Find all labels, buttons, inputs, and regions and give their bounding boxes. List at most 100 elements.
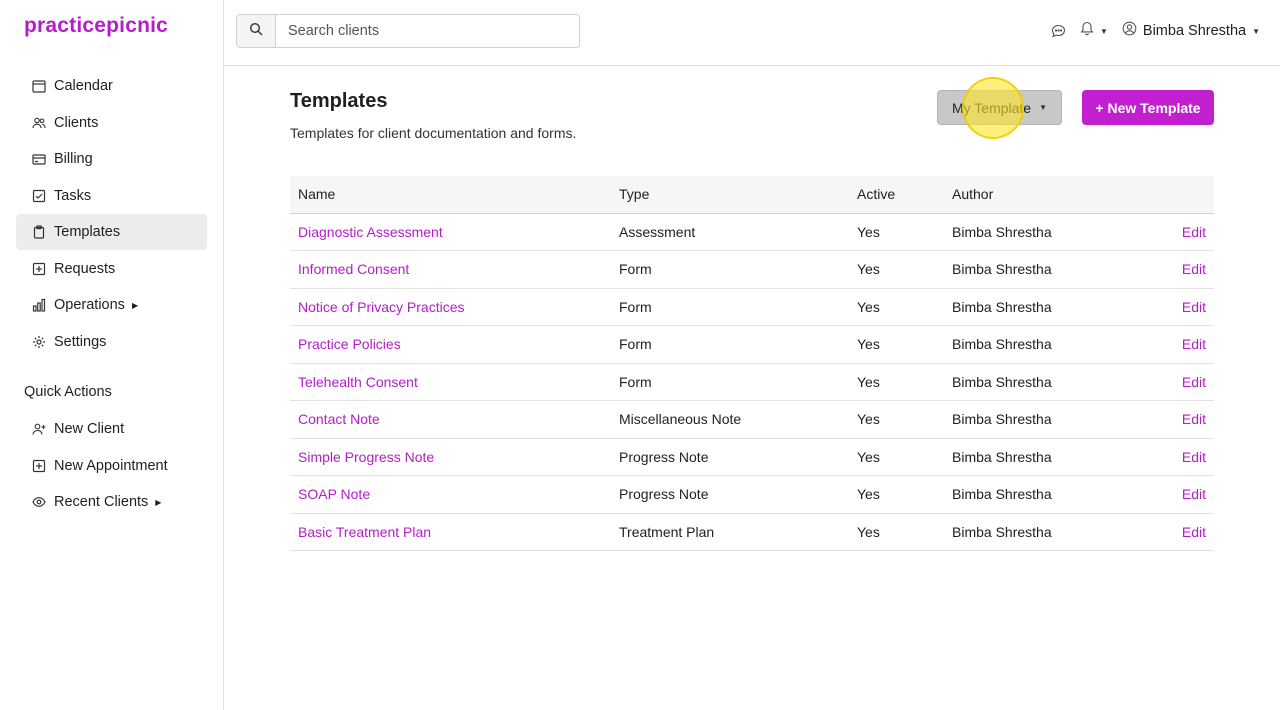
template-author-cell: Bimba Shrestha [944, 288, 1144, 326]
template-name-link[interactable]: Diagnostic Assessment [298, 224, 443, 240]
bell-icon [1080, 21, 1094, 41]
edit-link[interactable]: Edit [1182, 224, 1206, 240]
search-button[interactable] [237, 15, 276, 47]
sidebar-item-settings[interactable]: Settings [16, 324, 207, 360]
edit-link[interactable]: Edit [1182, 449, 1206, 465]
sidebar-item-operations[interactable]: Operations ▶ [16, 287, 207, 323]
template-active-cell: Yes [849, 438, 944, 476]
edit-link[interactable]: Edit [1182, 486, 1206, 502]
template-author-cell: Bimba Shrestha [944, 213, 1144, 251]
template-name-link[interactable]: Telehealth Consent [298, 374, 418, 390]
template-type-cell: Progress Note [611, 475, 849, 514]
my-template-dropdown[interactable]: My Template ▼ [937, 90, 1062, 125]
new-template-button[interactable]: + New Template [1082, 90, 1214, 125]
column-header-name[interactable]: Name [290, 176, 611, 214]
user-plus-icon [32, 422, 46, 436]
quick-action-new-client[interactable]: New Client [16, 411, 207, 447]
table-row: Telehealth Consent Form Yes Bimba Shrestha E… [290, 363, 1214, 401]
template-name-link[interactable]: Practice Policies [298, 336, 401, 352]
caret-down-icon: ▼ [1039, 103, 1048, 112]
template-name-link[interactable]: Basic Treatment Plan [298, 524, 431, 540]
template-author-cell: Bimba Shrestha [944, 250, 1144, 289]
template-name-link[interactable]: Simple Progress Note [298, 449, 434, 465]
credit-card-icon [32, 152, 46, 166]
sidebar-item-label: Requests [54, 260, 116, 277]
table-row: SOAP Note Progress Note Yes Bimba Shrestha E… [290, 475, 1214, 514]
sidebar-item-templates[interactable]: Templates [16, 214, 207, 250]
sidebar-item-label: Tasks [54, 187, 92, 204]
template-action-cell: Edit [1144, 250, 1214, 289]
template-active-cell: Yes [849, 325, 944, 364]
template-type-cell: Assessment [611, 213, 849, 251]
template-author-cell: Bimba Shrestha [944, 513, 1144, 551]
template-name-cell: SOAP Note [290, 475, 611, 514]
edit-link[interactable]: Edit [1182, 524, 1206, 540]
notifications-dropdown[interactable]: ▼ [1080, 21, 1108, 41]
template-active-cell: Yes [849, 513, 944, 551]
template-active-cell: Yes [849, 213, 944, 251]
user-menu[interactable]: Bimba Shrestha ▼ [1122, 21, 1260, 41]
sidebar-item-label: Templates [54, 224, 121, 240]
user-name: Bimba Shrestha [1142, 23, 1247, 39]
template-active-cell: Yes [849, 475, 944, 514]
column-header-type[interactable]: Type [611, 176, 849, 214]
sidebar-item-billing[interactable]: Billing [16, 141, 207, 177]
template-type-cell: Progress Note [611, 438, 849, 476]
caret-down-icon: ▼ [1252, 26, 1260, 36]
quick-action-new-appointment[interactable]: New Appointment [16, 448, 207, 484]
template-name-cell: Contact Note [290, 400, 611, 439]
table-row: Informed Consent Form Yes Bimba Shrestha Edi… [290, 250, 1214, 289]
chat-icon[interactable] [1051, 24, 1066, 39]
template-name-cell: Basic Treatment Plan [290, 513, 611, 551]
user-circle-icon [1122, 21, 1137, 41]
template-name-link[interactable]: Notice of Privacy Practices [298, 299, 465, 315]
sidebar-item-label: Settings [54, 333, 107, 350]
template-name-link[interactable]: SOAP Note [298, 486, 370, 502]
edit-link[interactable]: Edit [1182, 411, 1206, 427]
caret-right-icon: ▶ [131, 300, 139, 310]
edit-link[interactable]: Edit [1182, 374, 1206, 390]
quick-actions: New Client New Appointment Recent Client… [16, 411, 207, 521]
plus-square-icon [32, 459, 46, 473]
sidebar-item-clients[interactable]: Clients [16, 105, 207, 141]
template-author-cell: Bimba Shrestha [944, 363, 1144, 401]
template-action-cell: Edit [1144, 363, 1214, 401]
quick-action-label: New Client [54, 421, 125, 437]
bar-chart-icon [32, 298, 46, 312]
sidebar-nav: Calendar Clients Billing Tasks Templates [16, 68, 207, 360]
template-name-cell: Notice of Privacy Practices [290, 288, 611, 326]
template-type-cell: Form [611, 325, 849, 364]
template-name-cell: Practice Policies [290, 325, 611, 364]
template-active-cell: Yes [849, 250, 944, 289]
table-row: Notice of Privacy Practices Form Yes Bimba … [290, 288, 1214, 326]
users-icon [32, 116, 46, 130]
template-action-cell: Edit [1144, 438, 1214, 476]
search-input[interactable] [276, 15, 579, 47]
top-bar: ▼ Bimba Shrestha ▼ [224, 0, 1280, 66]
template-action-cell: Edit [1144, 288, 1214, 326]
edit-link[interactable]: Edit [1182, 336, 1206, 352]
edit-link[interactable]: Edit [1182, 261, 1206, 277]
page-title: Templates [290, 90, 388, 112]
quick-action-recent-clients[interactable]: Recent Clients ▶ [16, 484, 207, 520]
template-name-cell: Informed Consent [290, 250, 611, 289]
page-subtitle: Templates for client documentation and f… [290, 125, 577, 141]
column-header-active[interactable]: Active [849, 176, 944, 214]
template-author-cell: Bimba Shrestha [944, 400, 1144, 439]
checkbox-icon [32, 189, 46, 203]
column-header-author[interactable]: Author [944, 176, 1144, 214]
edit-link[interactable]: Edit [1182, 299, 1206, 315]
table-row: Simple Progress Note Progress Note Yes Bimb… [290, 438, 1214, 476]
sidebar-item-calendar[interactable]: Calendar [16, 68, 207, 104]
eye-icon [32, 495, 46, 509]
sidebar-item-tasks[interactable]: Tasks [16, 178, 207, 214]
brand-logo[interactable]: practicepicnic [24, 14, 168, 38]
table-row: Contact Note Miscellaneous Note Yes Bimba S… [290, 400, 1214, 439]
template-author-cell: Bimba Shrestha [944, 325, 1144, 364]
template-name-link[interactable]: Informed Consent [298, 261, 409, 277]
template-name-cell: Telehealth Consent [290, 363, 611, 401]
table-row: Basic Treatment Plan Treatment Plan Yes Bim… [290, 513, 1214, 551]
template-action-cell: Edit [1144, 400, 1214, 439]
template-name-link[interactable]: Contact Note [298, 411, 380, 427]
sidebar-item-requests[interactable]: Requests [16, 251, 207, 287]
